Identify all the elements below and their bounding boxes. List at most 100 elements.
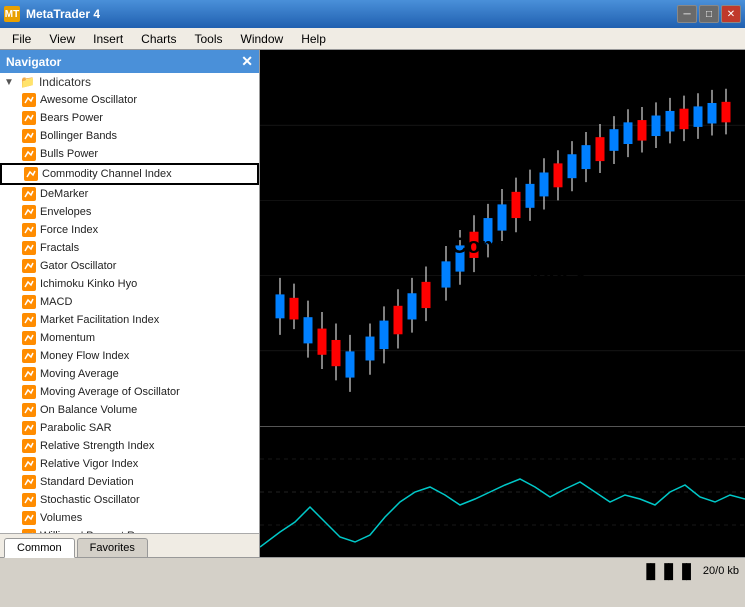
nav-item-stochastic[interactable]: Stochastic Oscillator <box>0 491 259 509</box>
folder-icon: 📁 <box>20 75 35 89</box>
close-button[interactable]: ✕ <box>721 5 741 23</box>
nav-item-cci[interactable]: Commodity Channel Index <box>0 163 259 185</box>
nav-item-market-facilitation[interactable]: Market Facilitation Index <box>0 311 259 329</box>
nav-item-force-index[interactable]: Force Index <box>0 221 259 239</box>
nav-item-label: Relative Vigor Index <box>40 458 138 470</box>
nav-item-label: Gator Oscillator <box>40 260 116 272</box>
nav-item-bulls-power[interactable]: Bulls Power <box>0 145 259 163</box>
indicator-icon <box>22 403 36 417</box>
indicator-icon <box>22 241 36 255</box>
bottom-tabs: Common Favorites <box>0 533 259 557</box>
navigator-close-button[interactable]: ✕ <box>241 53 253 70</box>
nav-item-rvgi[interactable]: Relative Vigor Index <box>0 455 259 473</box>
menu-window[interactable]: Window <box>233 30 292 48</box>
title-bar: MT MetaTrader 4 ─ □ ✕ <box>0 0 745 28</box>
nav-item-rsi[interactable]: Relative Strength Index <box>0 437 259 455</box>
nav-item-gator-oscillator[interactable]: Gator Oscillator <box>0 257 259 275</box>
navigator-title: Navigator <box>6 55 61 69</box>
indicators-section-header[interactable]: ▼ 📁 Indicators <box>0 73 259 91</box>
indicator-icon <box>22 277 36 291</box>
status-right: ▐▌▐▌▐▌ 20/0 kb <box>641 563 739 579</box>
nav-item-awesome-oscillator[interactable]: Awesome Oscillator <box>0 91 259 109</box>
nav-item-label: Bulls Power <box>40 148 98 160</box>
nav-item-label: MACD <box>40 296 72 308</box>
nav-item-bollinger-bands[interactable]: Bollinger Bands <box>0 127 259 145</box>
indicator-icon <box>22 457 36 471</box>
chart-main[interactable]: Double Click Commodity ChannelIndex <box>260 50 745 427</box>
minimize-button[interactable]: ─ <box>677 5 697 23</box>
menu-help[interactable]: Help <box>293 30 334 48</box>
nav-item-parabolic-sar[interactable]: Parabolic SAR <box>0 419 259 437</box>
indicator-icon <box>24 167 38 181</box>
nav-item-label: Moving Average <box>40 368 119 380</box>
indicator-icon <box>22 349 36 363</box>
nav-item-volumes[interactable]: Volumes <box>0 509 259 527</box>
title-bar-title: MetaTrader 4 <box>26 7 100 21</box>
menu-file[interactable]: File <box>4 30 39 48</box>
indicator-icon <box>22 421 36 435</box>
title-bar-controls: ─ □ ✕ <box>677 5 741 23</box>
indicator-icon <box>22 475 36 489</box>
indicator-icon <box>22 367 36 381</box>
indicator-icon <box>22 205 36 219</box>
tab-common[interactable]: Common <box>4 538 75 558</box>
main-container: Navigator ✕ ▼ 📁 Indicators Awesome Oscil… <box>0 50 745 557</box>
navigator-header: Navigator ✕ <box>0 50 259 73</box>
nav-item-label: Bears Power <box>40 112 103 124</box>
menu-insert[interactable]: Insert <box>85 30 131 48</box>
nav-item-momentum[interactable]: Momentum <box>0 329 259 347</box>
indicator-icon <box>22 187 36 201</box>
app-icon: MT <box>4 6 20 22</box>
nav-item-label: Parabolic SAR <box>40 422 112 434</box>
nav-item-label: Market Facilitation Index <box>40 314 159 326</box>
nav-item-moving-average[interactable]: Moving Average <box>0 365 259 383</box>
nav-item-demarker[interactable]: DeMarker <box>0 185 259 203</box>
expand-icon: ▼ <box>4 77 16 88</box>
chart-area[interactable]: Double Click Commodity ChannelIndex <box>260 50 745 557</box>
nav-item-label: On Balance Volume <box>40 404 137 416</box>
menu-bar: File View Insert Charts Tools Window Hel… <box>0 28 745 50</box>
nav-item-money-flow[interactable]: Money Flow Index <box>0 347 259 365</box>
indicator-icon <box>22 439 36 453</box>
nav-item-label: Awesome Oscillator <box>40 94 137 106</box>
navigator-content[interactable]: ▼ 📁 Indicators Awesome Oscillator Bears … <box>0 73 259 533</box>
nav-item-envelopes[interactable]: Envelopes <box>0 203 259 221</box>
tab-favorites[interactable]: Favorites <box>77 538 148 557</box>
nav-item-bears-power[interactable]: Bears Power <box>0 109 259 127</box>
nav-item-label: Moving Average of Oscillator <box>40 386 180 398</box>
nav-item-label: Bollinger Bands <box>40 130 117 142</box>
nav-item-label: Standard Deviation <box>40 476 134 488</box>
indicator-icon <box>22 385 36 399</box>
nav-item-macd[interactable]: MACD <box>0 293 259 311</box>
indicator-icon <box>22 295 36 309</box>
nav-item-label: Ichimoku Kinko Hyo <box>40 278 137 290</box>
nav-item-label: Money Flow Index <box>40 350 129 362</box>
nav-item-label: Fractals <box>40 242 79 254</box>
nav-item-label: Stochastic Oscillator <box>40 494 140 506</box>
cci-label: Commodity ChannelIndex <box>451 233 665 286</box>
nav-item-ichimoku[interactable]: Ichimoku Kinko Hyo <box>0 275 259 293</box>
indicator-icon <box>22 129 36 143</box>
double-click-label: Double Click <box>320 80 417 98</box>
nav-item-label: Momentum <box>40 332 95 344</box>
nav-item-fractals[interactable]: Fractals <box>0 239 259 257</box>
maximize-button[interactable]: □ <box>699 5 719 23</box>
indicator-icon <box>22 313 36 327</box>
nav-item-label: Commodity Channel Index <box>42 168 172 180</box>
status-bar: ▐▌▐▌▐▌ 20/0 kb <box>0 557 745 583</box>
menu-tools[interactable]: Tools <box>187 30 231 48</box>
cci-chart <box>260 427 745 557</box>
indicator-icon <box>22 511 36 525</box>
nav-item-moving-average-oscillator[interactable]: Moving Average of Oscillator <box>0 383 259 401</box>
menu-view[interactable]: View <box>41 30 83 48</box>
chart-bars-icon: ▐▌▐▌▐▌ <box>641 563 695 579</box>
nav-item-label: Envelopes <box>40 206 91 218</box>
menu-charts[interactable]: Charts <box>133 30 184 48</box>
chart-indicator[interactable] <box>260 427 745 557</box>
nav-item-label: Relative Strength Index <box>40 440 154 452</box>
nav-item-standard-deviation[interactable]: Standard Deviation <box>0 473 259 491</box>
navigator-panel: Navigator ✕ ▼ 📁 Indicators Awesome Oscil… <box>0 50 260 557</box>
nav-item-label: Force Index <box>40 224 98 236</box>
nav-item-label: Volumes <box>40 512 82 524</box>
nav-item-on-balance-volume[interactable]: On Balance Volume <box>0 401 259 419</box>
